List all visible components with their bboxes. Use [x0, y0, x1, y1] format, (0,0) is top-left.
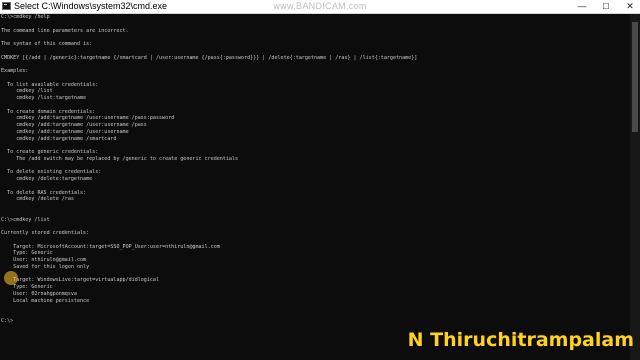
console-line: Saved for this logon only: [1, 263, 90, 270]
console-line: cmdkey /add:targetname /user:username /p…: [1, 122, 147, 128]
console-line: cmdkey /delete:targetname: [1, 176, 93, 182]
presenter-name-caption: N Thiruchitrampalam: [407, 329, 634, 351]
console-line: Examples:: [1, 68, 29, 74]
mouse-cursor-highlight: [4, 271, 18, 285]
console-line: C:\>cmdkey /list: [1, 216, 50, 223]
console-line: Target: WindowsLive:target=virtualapp/di…: [1, 277, 160, 284]
console-line: Currently stored credentials:: [1, 230, 90, 236]
console-line: CMDKEY [{/add | /generic}:targetname {/s…: [1, 54, 418, 61]
console-line: C:\>cmdkey /help: [1, 14, 50, 20]
console-line: To delete existing credentials:: [1, 169, 102, 176]
vertical-scrollbar[interactable]: [630, 14, 640, 360]
console-line: User: 02rnahgponmqsva: [1, 290, 77, 297]
console-line: Type: Generic: [1, 250, 53, 257]
console-line: To delete RAS credentials:: [1, 189, 87, 196]
console-line: The /add switch may be replaced by /gene…: [1, 155, 239, 162]
console-line: To create domain credentials:: [1, 108, 96, 115]
console-line: The syntax of this command is:: [1, 41, 93, 47]
minimize-button[interactable]: —: [572, 0, 592, 13]
console-line: Local machine persistence: [1, 297, 90, 304]
console-line: Type: Generic: [1, 284, 53, 290]
console-line: cmdkey /add:targetname /user:username: [1, 128, 129, 135]
console-line: cmdkey /add:targetname /smartcard: [1, 135, 117, 142]
window-titlebar[interactable]: Select C:\Windows\system32\cmd.exe www.B…: [0, 0, 640, 14]
console-line: cmdkey /add:targetname /user:username /p…: [1, 115, 175, 122]
console-line: To create generic credentials:: [1, 149, 99, 155]
console-line: cmdkey /list: [1, 88, 53, 95]
console-output[interactable]: C:\>cmdkey /help The command line paramet…: [0, 14, 630, 360]
console-line: cmdkey /delete /ras: [1, 196, 74, 203]
console-line: C:\>: [1, 317, 14, 324]
maximize-button[interactable]: ☐: [596, 0, 616, 13]
close-button[interactable]: ✕: [620, 0, 640, 13]
console-line: cmdkey /list:targetname: [1, 95, 87, 101]
console-line: To list available credentials:: [1, 81, 99, 88]
window-title: Select C:\Windows\system32\cmd.exe: [14, 1, 168, 11]
console-line: User: nthiruln@gmail.com: [1, 257, 87, 263]
scrollbar-thumb[interactable]: [632, 22, 638, 132]
console-line: Target: MicrosoftAccount:target=SSO_POP_…: [1, 243, 220, 250]
console-line: The command line parameters are incorrec…: [1, 27, 129, 34]
console-icon: [2, 2, 11, 10]
